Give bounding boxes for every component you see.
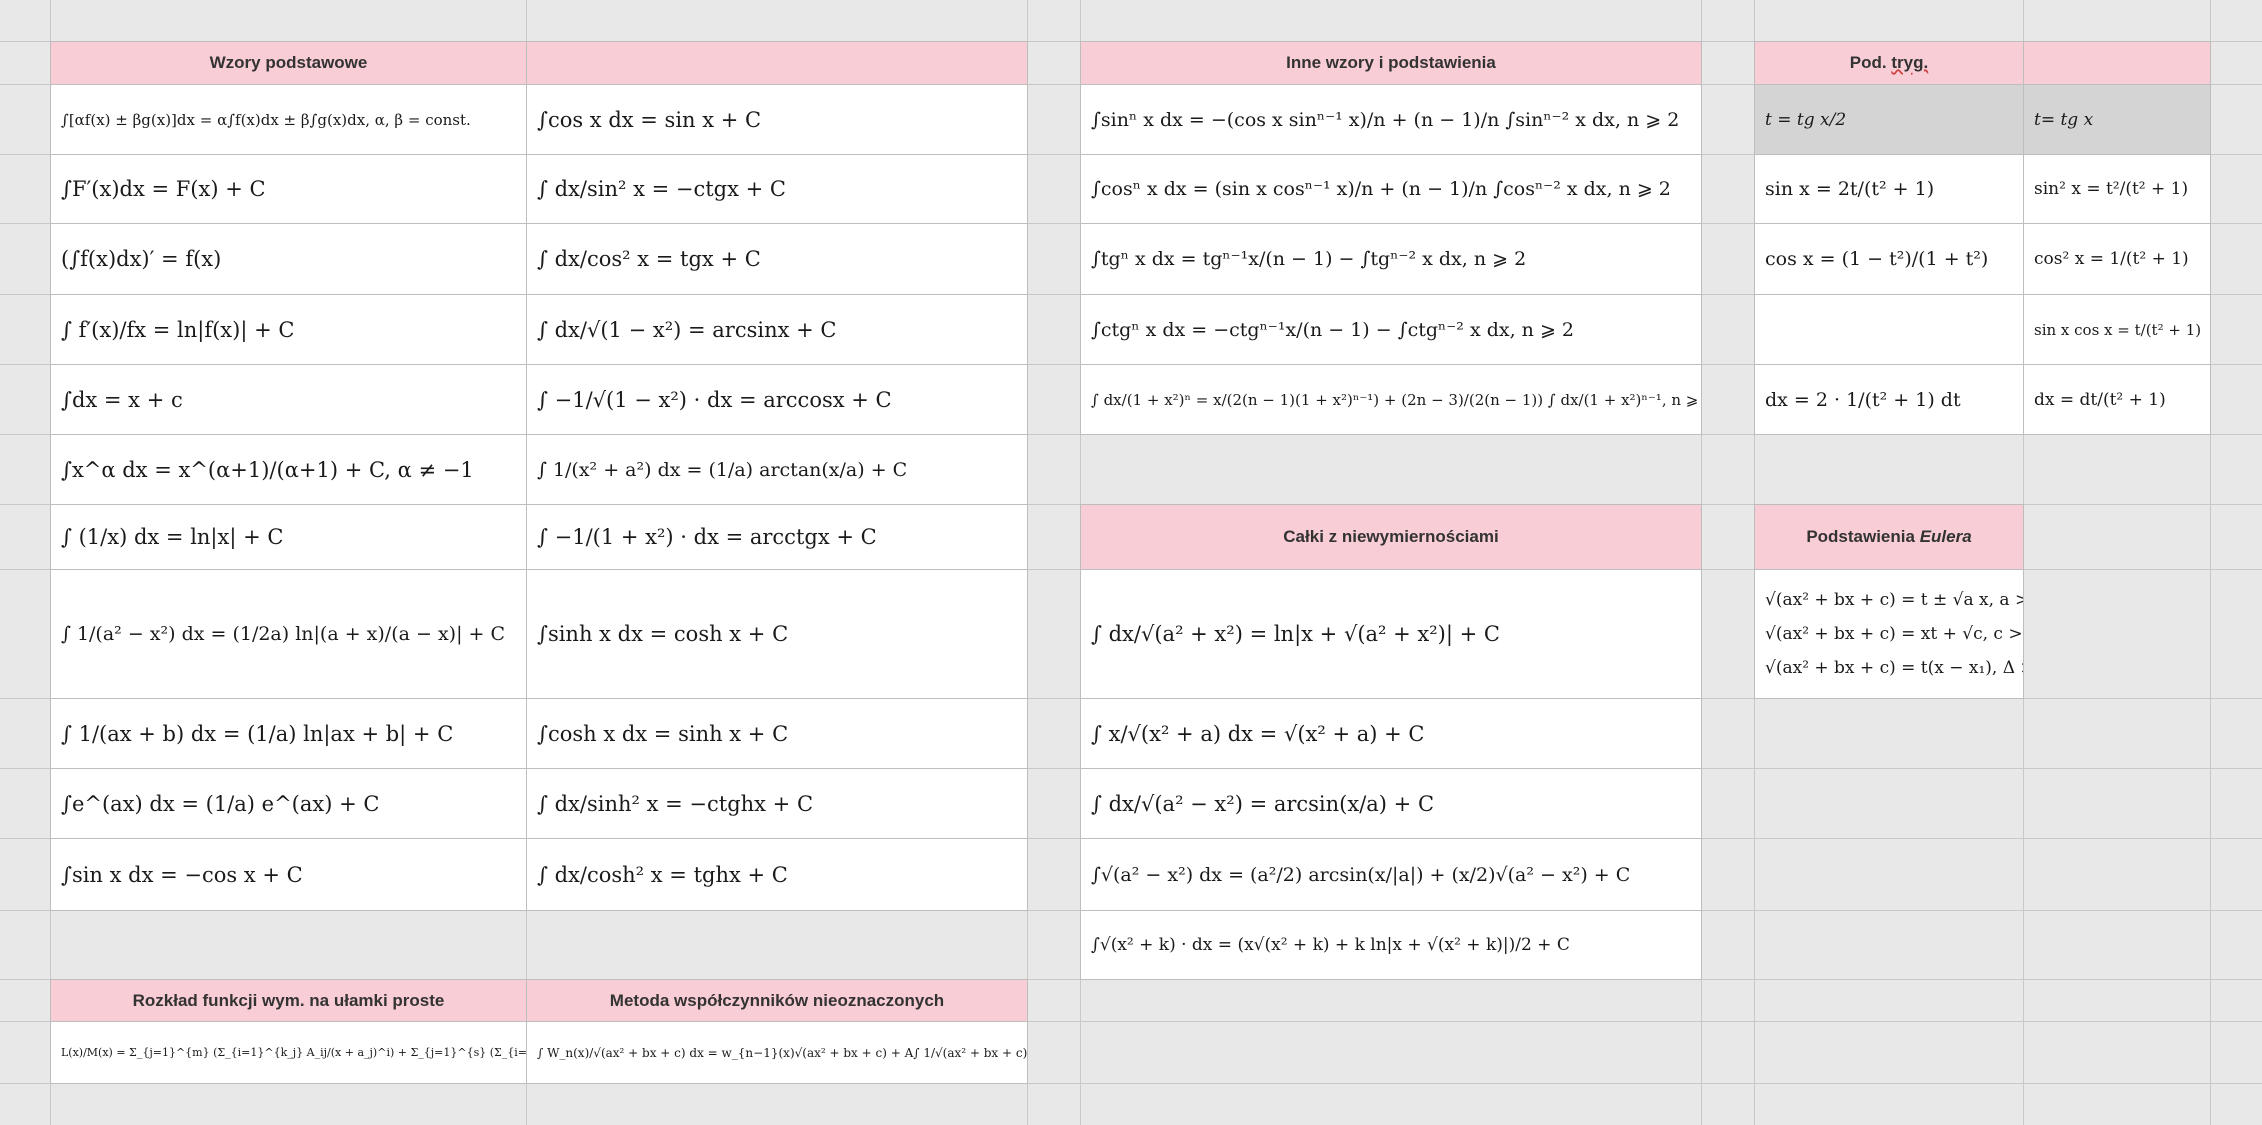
basic-formula-4[interactable]: ∫ f′(x)/fx = ln|f(x)| + C bbox=[50, 294, 527, 365]
other-formula-2[interactable]: ∫cosⁿ x dx = (sin x cosⁿ⁻¹ x)/n + (n − 1… bbox=[1080, 154, 1702, 224]
irrational-formula-4[interactable]: ∫√(a² − x²) dx = (a²/2) arcsin(x/|a|) + … bbox=[1080, 838, 1702, 911]
irrational-formula-3[interactable]: ∫ dx/√(a² − x²) = arcsin(x/a) + C bbox=[1080, 768, 1702, 839]
header-undetermined-coeffs[interactable]: Metoda współczynników nieoznaczonych bbox=[526, 979, 1028, 1022]
header-irrational[interactable]: Całki z niewymiernościami bbox=[1080, 504, 1702, 570]
trig-formula-2[interactable]: ∫ dx/sin² x = −ctgx + C bbox=[526, 154, 1028, 224]
trig-sub-cos[interactable]: cos x = (1 − t²)/(1 + t²) bbox=[1754, 223, 2024, 295]
trig-sub-dx2[interactable]: dx = dt/(t² + 1) bbox=[2023, 364, 2211, 435]
trig-formula-1[interactable]: ∫cos x dx = sin x + C bbox=[526, 84, 1028, 155]
trig-formula-3[interactable]: ∫ dx/cos² x = tgx + C bbox=[526, 223, 1028, 295]
basic-formula-1[interactable]: ∫[αf(x) ± βg(x)]dx = α∫f(x)dx ± β∫g(x)dx… bbox=[50, 84, 527, 155]
euler-sub-3: √(ax² + bx + c) = t(x − x₁), Δ > 0 bbox=[1765, 658, 2024, 678]
basic-formula-8[interactable]: ∫ 1/(a² − x²) dx = (1/2a) ln|(a + x)/(a … bbox=[50, 569, 527, 699]
euler-sub-2: √(ax² + bx + c) = xt + √c, c > 0 bbox=[1765, 624, 2024, 644]
other-formula-5[interactable]: ∫ dx/(1 + x²)ⁿ = x/(2(n − 1)(1 + x²)ⁿ⁻¹)… bbox=[1080, 364, 1702, 435]
trig-sub-sin[interactable]: sin x = 2t/(t² + 1) bbox=[1754, 154, 2024, 224]
trig-sub-sin2[interactable]: sin² x = t²/(t² + 1) bbox=[2023, 154, 2211, 224]
trig-sub-cos2[interactable]: cos² x = 1/(t² + 1) bbox=[2023, 223, 2211, 295]
header-trig-substitution[interactable]: Pod. tryg. bbox=[1754, 41, 2024, 85]
other-formula-3[interactable]: ∫tgⁿ x dx = tgⁿ⁻¹x/(n − 1) − ∫tgⁿ⁻² x dx… bbox=[1080, 223, 1702, 295]
basic-formula-9[interactable]: ∫ 1/(ax + b) dx = (1/a) ln|ax + b| + C bbox=[50, 698, 527, 769]
trig-sub-t-half[interactable]: t = tg x/2 bbox=[1754, 84, 2024, 155]
header-basic-formulas[interactable]: Wzory podstawowe bbox=[50, 41, 527, 85]
basic-formula-10[interactable]: ∫e^(ax) dx = (1/a) e^(ax) + C bbox=[50, 768, 527, 839]
trig-sub-t-tg[interactable]: t= tg x bbox=[2023, 84, 2211, 155]
basic-formula-7[interactable]: ∫ (1/x) dx = ln|x| + C bbox=[50, 504, 527, 570]
euler-sub-1: √(ax² + bx + c) = t ± √a x, a > 0 bbox=[1765, 590, 2024, 610]
trig-formula-11[interactable]: ∫ dx/cosh² x = tghx + C bbox=[526, 838, 1028, 911]
trig-formula-7[interactable]: ∫ −1/(1 + x²) · dx = arcctgx + C bbox=[526, 504, 1028, 570]
trig-formula-9[interactable]: ∫cosh x dx = sinh x + C bbox=[526, 698, 1028, 769]
other-formula-1[interactable]: ∫sinⁿ x dx = −(cos x sinⁿ⁻¹ x)/n + (n − … bbox=[1080, 84, 1702, 155]
header-other-formulas[interactable]: Inne wzory i podstawienia bbox=[1080, 41, 1702, 85]
basic-formula-11[interactable]: ∫sin x dx = −cos x + C bbox=[50, 838, 527, 911]
partial-fraction-formula[interactable]: L(x)/M(x) = Σ_{j=1}^{m} (Σ_{i=1}^{k_j} A… bbox=[50, 1021, 527, 1084]
trig-formula-5[interactable]: ∫ −1/√(1 − x²) · dx = arccosx + C bbox=[526, 364, 1028, 435]
header-partial-fractions[interactable]: Rozkład funkcji wym. na ułamki proste bbox=[50, 979, 527, 1022]
irrational-formula-1[interactable]: ∫ dx/√(a² + x²) = ln|x + √(a² + x²)| + C bbox=[1080, 569, 1702, 699]
basic-formula-3[interactable]: (∫f(x)dx)′ = f(x) bbox=[50, 223, 527, 295]
header-empty-cell[interactable] bbox=[526, 41, 1028, 85]
trig-formula-6[interactable]: ∫ 1/(x² + a²) dx = (1/a) arctan(x/a) + C bbox=[526, 434, 1028, 505]
euler-substitutions[interactable]: √(ax² + bx + c) = t ± √a x, a > 0 √(ax² … bbox=[1754, 569, 2024, 699]
trig-sub-dx[interactable]: dx = 2 · 1/(t² + 1) dt bbox=[1754, 364, 2024, 435]
basic-formula-6[interactable]: ∫x^α dx = x^(α+1)/(α+1) + C, α ≠ −1 bbox=[50, 434, 527, 505]
basic-formula-2[interactable]: ∫F′(x)dx = F(x) + C bbox=[50, 154, 527, 224]
trig-sub-sincos[interactable]: sin x cos x = t/(t² + 1) bbox=[2023, 294, 2211, 365]
trig-formula-4[interactable]: ∫ dx/√(1 − x²) = arcsinx + C bbox=[526, 294, 1028, 365]
basic-formula-5[interactable]: ∫dx = x + c bbox=[50, 364, 527, 435]
undetermined-coeffs-formula[interactable]: ∫ W_n(x)/√(ax² + bx + c) dx = w_{n−1}(x)… bbox=[526, 1021, 1028, 1084]
irrational-formula-5[interactable]: ∫√(x² + k) · dx = (x√(x² + k) + k ln|x +… bbox=[1080, 910, 1702, 980]
trig-formula-10[interactable]: ∫ dx/sinh² x = −ctghx + C bbox=[526, 768, 1028, 839]
trig-sub-empty[interactable] bbox=[1754, 294, 2024, 365]
header-empty-cell[interactable] bbox=[2023, 41, 2211, 85]
irrational-formula-2[interactable]: ∫ x/√(x² + a) dx = √(x² + a) + C bbox=[1080, 698, 1702, 769]
other-formula-4[interactable]: ∫ctgⁿ x dx = −ctgⁿ⁻¹x/(n − 1) − ∫ctgⁿ⁻² … bbox=[1080, 294, 1702, 365]
trig-formula-8[interactable]: ∫sinh x dx = cosh x + C bbox=[526, 569, 1028, 699]
header-euler[interactable]: Podstawienia Eulera bbox=[1754, 504, 2024, 570]
